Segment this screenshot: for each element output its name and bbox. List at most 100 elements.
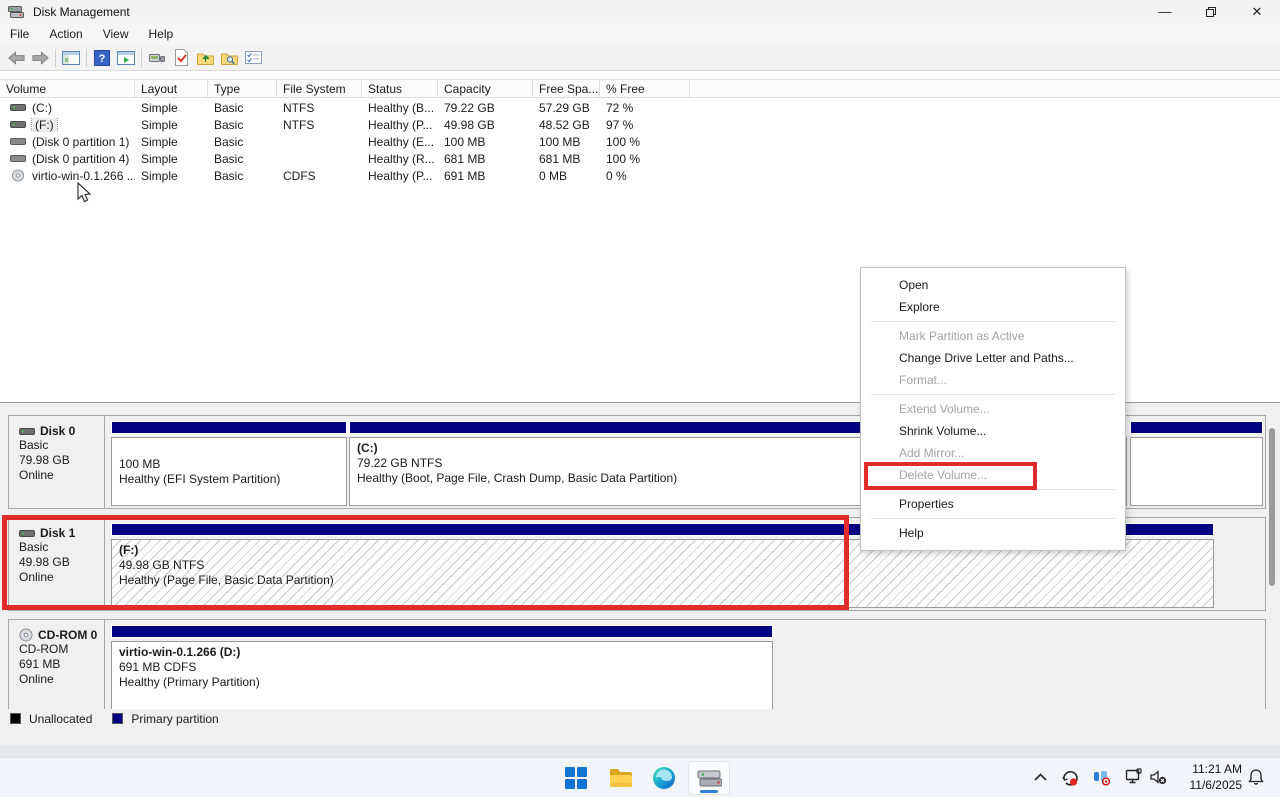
legend-bar: Unallocated Primary partition xyxy=(0,709,1280,728)
menu-item-change-drive-letter[interactable]: Change Drive Letter and Paths... xyxy=(861,347,1125,369)
table-row-partition1[interactable]: (Disk 0 partition 1) Simple Basic Health… xyxy=(0,133,1280,150)
context-menu: Open Explore Mark Partition as Active Ch… xyxy=(860,267,1126,551)
partition-color-bar xyxy=(111,625,773,638)
focused-volume-name: (F:) xyxy=(32,118,57,132)
table-row-c[interactable]: (C:) Simple Basic NTFS Healthy (B... 79.… xyxy=(0,99,1280,116)
partition-color-bar xyxy=(1130,421,1263,434)
drive-icon xyxy=(19,529,35,538)
disk-management-taskbar-button[interactable] xyxy=(696,765,722,791)
menu-item-delete-volume: Delete Volume... xyxy=(861,464,1125,486)
restore-icon xyxy=(1205,6,1217,18)
column-header-capacity[interactable]: Capacity xyxy=(438,80,533,97)
legend-primary-partition: Primary partition xyxy=(131,712,218,726)
menu-separator xyxy=(871,394,1115,395)
svg-text:?: ? xyxy=(99,53,106,65)
table-row-f[interactable]: (F:) Simple Basic NTFS Healthy (P... 49.… xyxy=(0,116,1280,133)
active-app-underline xyxy=(700,790,718,793)
taskbar: 11:21 AM 11/6/2025 xyxy=(0,757,1280,797)
show-action-pane-icon[interactable] xyxy=(114,47,138,69)
menu-item-open[interactable]: Open xyxy=(861,274,1125,296)
drive-icon xyxy=(10,103,26,112)
disk-management-icon xyxy=(696,766,722,790)
menu-item-mark-partition-active: Mark Partition as Active xyxy=(861,325,1125,347)
partition-color-bar xyxy=(111,421,347,434)
folder-up-icon[interactable] xyxy=(193,47,217,69)
clock-date: 11/6/2025 xyxy=(1178,777,1242,793)
drive-icon xyxy=(19,427,35,436)
menu-separator xyxy=(871,518,1115,519)
cd-icon xyxy=(10,169,26,182)
cdrom0-label-panel[interactable]: CD-ROM 0 CD-ROM 691 MB Online xyxy=(9,620,105,712)
cdrom0-row: CD-ROM 0 CD-ROM 691 MB Online virtio-win… xyxy=(8,619,1266,713)
tray-chevron-up-icon[interactable] xyxy=(1030,767,1050,787)
drive-icon xyxy=(10,137,26,146)
disk1-label-panel[interactable]: Disk 1 Basic 49.98 GB Online xyxy=(9,518,105,610)
menu-item-shrink-volume[interactable]: Shrink Volume... xyxy=(861,420,1125,442)
edge-icon xyxy=(652,766,676,790)
unallocated-swatch xyxy=(10,713,21,724)
disk-management-icon xyxy=(8,5,24,19)
tray-muted-speaker-icon[interactable] xyxy=(1148,767,1168,787)
menu-item-properties[interactable]: Properties xyxy=(861,493,1125,515)
volume-table-header: Volume Layout Type File System Status Ca… xyxy=(0,79,1280,98)
back-icon[interactable] xyxy=(4,47,28,69)
disk0-label-panel[interactable]: Disk 0 Basic 79.98 GB Online xyxy=(9,416,105,508)
file-explorer-button[interactable] xyxy=(608,765,634,791)
window-title: Disk Management xyxy=(33,5,130,19)
menu-view[interactable]: View xyxy=(93,24,139,44)
forward-icon[interactable] xyxy=(28,47,52,69)
menu-item-explore[interactable]: Explore xyxy=(861,296,1125,318)
check-document-icon[interactable] xyxy=(169,47,193,69)
tray-device-icon[interactable] xyxy=(1092,767,1112,787)
column-header-type[interactable]: Type xyxy=(208,80,277,97)
drive-icon xyxy=(10,154,26,163)
menu-item-add-mirror: Add Mirror... xyxy=(861,442,1125,464)
menu-separator xyxy=(871,321,1115,322)
toolbar: ? xyxy=(0,45,1280,71)
menu-item-help[interactable]: Help xyxy=(861,522,1125,544)
show-console-tree-icon[interactable] xyxy=(59,47,83,69)
menu-item-extend-volume: Extend Volume... xyxy=(861,398,1125,420)
volume-name: (C:) xyxy=(32,101,52,115)
computer-view-icon[interactable] xyxy=(145,47,169,69)
column-header-pctfree[interactable]: % Free xyxy=(600,80,690,97)
disk0-partition-4[interactable] xyxy=(1130,421,1263,506)
menu-help[interactable]: Help xyxy=(139,24,184,44)
windows-logo-icon xyxy=(565,767,587,789)
primary-partition-swatch xyxy=(112,713,123,724)
tray-display-icon[interactable] xyxy=(1124,767,1144,787)
edge-button[interactable] xyxy=(651,765,677,791)
table-row-virtio[interactable]: virtio-win-0.1.266 ... Simple Basic CDFS… xyxy=(0,167,1280,184)
minimize-button[interactable]: — xyxy=(1142,0,1188,23)
column-header-volume[interactable]: Volume xyxy=(0,80,135,97)
disk0-partition-efi[interactable]: 100 MB Healthy (EFI System Partition) xyxy=(111,421,347,506)
column-header-freespace[interactable]: Free Spa... xyxy=(533,80,600,97)
column-header-status[interactable]: Status xyxy=(362,80,438,97)
close-button[interactable]: ✕ xyxy=(1234,0,1280,23)
menu-item-format: Format... xyxy=(861,369,1125,391)
column-header-layout[interactable]: Layout xyxy=(135,80,208,97)
column-header-filesystem[interactable]: File System xyxy=(277,80,362,97)
menu-file[interactable]: File xyxy=(0,24,39,44)
drive-icon xyxy=(10,120,26,129)
menu-bar: File Action View Help xyxy=(0,23,1280,45)
file-explorer-icon xyxy=(609,768,633,788)
menu-separator xyxy=(871,489,1115,490)
vertical-scrollbar-thumb[interactable] xyxy=(1269,428,1275,586)
start-button[interactable] xyxy=(563,765,589,791)
restore-button[interactable] xyxy=(1188,0,1234,23)
folder-search-icon[interactable] xyxy=(217,47,241,69)
clock-time: 11:21 AM xyxy=(1178,761,1242,777)
legend-unallocated: Unallocated xyxy=(29,712,92,726)
table-row-partition4[interactable]: (Disk 0 partition 4) Simple Basic Health… xyxy=(0,150,1280,167)
cdrom0-partition-d[interactable]: virtio-win-0.1.266 (D:) 691 MB CDFS Heal… xyxy=(111,625,773,710)
help-icon[interactable]: ? xyxy=(90,47,114,69)
desktop-strip xyxy=(0,745,1280,757)
menu-action[interactable]: Action xyxy=(39,24,92,44)
taskbar-clock[interactable]: 11:21 AM 11/6/2025 xyxy=(1178,761,1242,795)
tray-sync-icon[interactable] xyxy=(1060,767,1080,787)
title-bar: Disk Management — ✕ xyxy=(0,0,1280,23)
task-list-icon[interactable] xyxy=(241,47,265,69)
cd-icon xyxy=(19,628,33,642)
notification-bell-icon[interactable] xyxy=(1246,767,1266,787)
